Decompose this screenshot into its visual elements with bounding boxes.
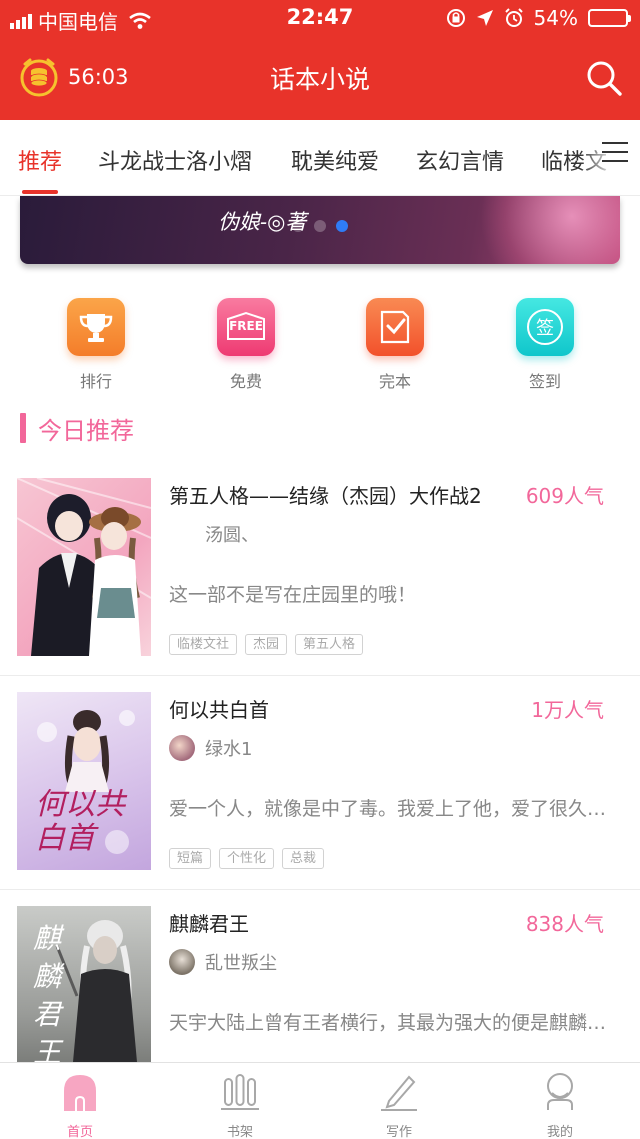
book-cover: 何以共白首 (17, 692, 151, 870)
book-item[interactable]: 第五人格——结缘（杰园）大作战2 609人气 汤圆、 这一部不是写在庄园里的哦！… (0, 462, 640, 676)
cover-title-text: 麒麟君王 (33, 922, 62, 1069)
category-tabs: 推荐 斗龙战士洛小熠 耽美纯爱 玄幻言情 临楼文 (0, 120, 640, 196)
carousel-dot[interactable] (292, 220, 304, 232)
book-list: 第五人格——结缘（杰园）大作战2 609人气 汤圆、 这一部不是写在庄园里的哦！… (0, 462, 640, 1104)
book-title: 第五人格——结缘（杰园）大作战2 (169, 484, 482, 508)
nav-profile[interactable]: 我的 (520, 1071, 600, 1139)
check-book-icon (366, 298, 424, 356)
quick-checkin-label: 签到 (528, 372, 561, 391)
book-tag[interactable]: 第五人格 (295, 634, 364, 655)
book-author: 绿水1 (169, 734, 252, 762)
alarm-icon (504, 8, 523, 27)
author-avatar (169, 949, 195, 975)
nav-write-label: 写作 (385, 1125, 412, 1139)
bottom-nav: 首页 书架 写作 我的 (0, 1062, 640, 1139)
free-badge-text: FREE (229, 319, 263, 333)
cover-title-text: 何以共白首 (35, 787, 125, 856)
free-icon: FREE (217, 298, 275, 356)
checkin-badge-text: 签 (527, 309, 563, 345)
quick-finished[interactable]: 完本 (355, 298, 435, 392)
book-popularity: 609人气 (525, 484, 604, 508)
book-author: 乱世叛尘 (169, 948, 277, 976)
nav-home-label: 首页 (66, 1125, 93, 1139)
search-icon[interactable] (584, 58, 624, 98)
tab-danmei[interactable]: 耽美纯爱 (291, 144, 379, 176)
book-tag[interactable]: 个性化 (219, 848, 275, 869)
book-cover (17, 478, 151, 656)
carousel-dot[interactable] (336, 220, 348, 232)
book-popularity: 838人气 (525, 912, 604, 936)
book-popularity: 1万人气 (531, 698, 604, 722)
quick-ranking-label: 排行 (79, 372, 112, 391)
section-marker (20, 413, 26, 443)
book-description: 天宇大陆上曾有王者横行，其最为强大的便是麒麟君王 (169, 1012, 609, 1034)
nav-profile-label: 我的 (546, 1125, 573, 1139)
page-title: 话本小说 (269, 65, 370, 94)
banner-carousel[interactable]: 伪娘-◎著 (20, 196, 620, 264)
orientation-lock-icon (446, 9, 465, 27)
home-icon (60, 1071, 100, 1111)
quick-entries: 排行 FREE 免费 完本 签 签到 (0, 298, 640, 398)
author-name: 乱世叛尘 (205, 953, 277, 974)
quick-finished-label: 完本 (378, 372, 411, 391)
pen-icon (379, 1071, 419, 1111)
book-item[interactable]: 何以共白首 何以共白首 1万人气 绿水1 爱一个人，就像是中了毒。我爱上了他，爱… (0, 676, 640, 890)
book-tags: 临楼文社 杰园 第五人格 (169, 634, 364, 655)
tab-doulong[interactable]: 斗龙战士洛小熠 (98, 144, 252, 176)
nav-bookshelf[interactable]: 书架 (200, 1071, 280, 1139)
author-avatar (169, 735, 195, 761)
tab-xuanhuan[interactable]: 玄幻言情 (416, 144, 504, 176)
book-tags: 短篇 个性化 总裁 (169, 848, 325, 869)
quick-ranking[interactable]: 排行 (56, 298, 136, 392)
nav-home[interactable]: 首页 (40, 1071, 120, 1139)
book-cover: 麒麟君王 (17, 906, 151, 1084)
book-title: 何以共白首 (169, 698, 269, 722)
author-name: 绿水1 (205, 739, 253, 760)
book-tag[interactable]: 临楼文社 (169, 634, 238, 655)
author-name: 汤圆、 (205, 525, 259, 546)
carousel-dots (20, 220, 620, 232)
trophy-icon (67, 298, 125, 356)
location-icon (476, 10, 493, 26)
bookshelf-icon (220, 1071, 260, 1111)
quick-checkin[interactable]: 签 签到 (505, 298, 585, 392)
tab-recommend[interactable]: 推荐 (18, 144, 62, 176)
status-bar: 中国电信 22:47 54% (0, 0, 640, 36)
book-description: 这一部不是写在庄园里的哦！ (169, 584, 417, 606)
book-tag[interactable]: 短篇 (169, 848, 212, 869)
book-tag[interactable]: 杰园 (245, 634, 288, 655)
profile-icon (540, 1071, 580, 1111)
active-tab-indicator (22, 190, 58, 194)
nav-bookshelf-label: 书架 (226, 1125, 253, 1139)
section-title: 今日推荐 (38, 416, 134, 445)
book-description: 爱一个人，就像是中了毒。我爱上了他，爱了很久很久 (169, 798, 609, 820)
battery-icon (588, 9, 631, 27)
book-author: 汤圆、 (169, 520, 259, 548)
app-root: 中国电信 22:47 54% 56:03 话本小说 推荐 斗龙战士洛小熠 耽美纯… (0, 0, 640, 1139)
quick-free-label: 免费 (229, 372, 262, 391)
battery-percent: 54% (533, 6, 578, 30)
nav-write[interactable]: 写作 (359, 1071, 439, 1139)
book-title: 麒麟君王 (169, 912, 249, 936)
carousel-dot[interactable] (314, 220, 326, 232)
book-tag[interactable]: 总裁 (282, 848, 325, 869)
section-header: 今日推荐 (20, 412, 134, 445)
menu-icon[interactable] (602, 142, 628, 168)
quick-free[interactable]: FREE 免费 (206, 298, 286, 392)
app-header: 56:03 话本小说 (0, 36, 640, 120)
author-avatar (169, 521, 195, 547)
checkin-icon: 签 (516, 298, 574, 356)
